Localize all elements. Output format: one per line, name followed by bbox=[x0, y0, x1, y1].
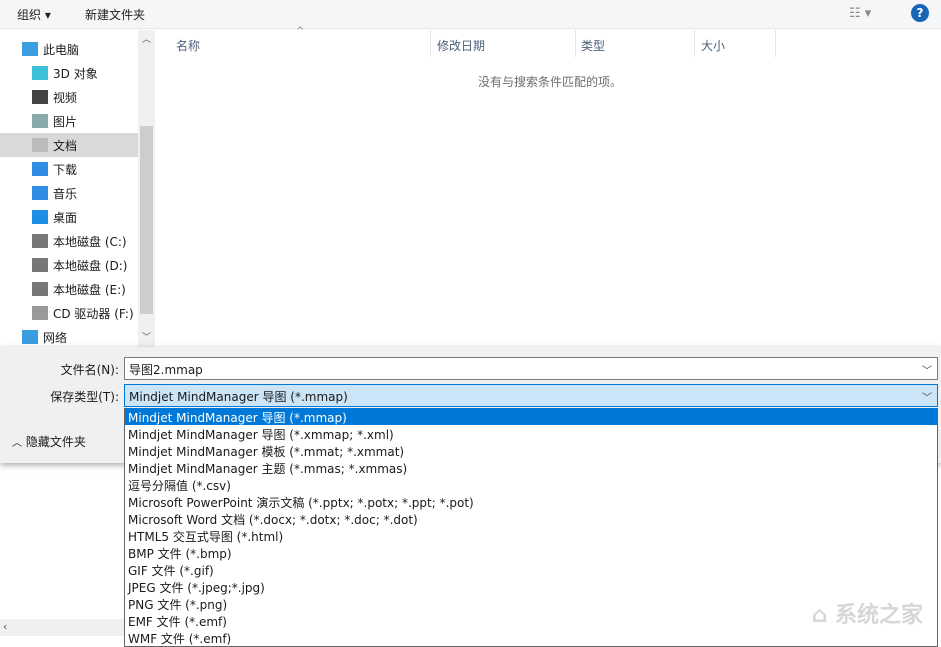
cd-drive-icon bbox=[32, 306, 48, 320]
nav-item[interactable]: 此电脑 bbox=[0, 37, 138, 61]
savetype-option[interactable]: WMF 文件 (*.emf) bbox=[125, 629, 937, 646]
drive-icon bbox=[32, 258, 48, 272]
nav-item[interactable]: 3D 对象 bbox=[0, 61, 138, 85]
nav-item-label: 此电脑 bbox=[43, 41, 79, 58]
savetype-option[interactable]: Microsoft PowerPoint 演示文稿 (*.pptx; *.pot… bbox=[125, 493, 937, 510]
savetype-option[interactable]: Mindjet MindManager 主题 (*.mmas; *.xmmas) bbox=[125, 459, 937, 476]
download-icon bbox=[32, 162, 48, 176]
nav-item[interactable]: 本地磁盘 (E:) bbox=[0, 277, 138, 301]
savetype-option[interactable]: BMP 文件 (*.bmp) bbox=[125, 544, 937, 561]
drive-icon bbox=[32, 234, 48, 248]
nav-item[interactable]: 视频 bbox=[0, 85, 138, 109]
savetype-option[interactable]: 逗号分隔值 (*.csv) bbox=[125, 476, 937, 493]
nav-item[interactable]: CD 驱动器 (F:) bbox=[0, 301, 138, 325]
nav-item-label: 本地磁盘 (E:) bbox=[53, 281, 126, 298]
savetype-option[interactable]: Mindjet MindManager 导图 (*.mmap) bbox=[125, 408, 937, 425]
filename-value: 导图2.mmap bbox=[129, 363, 203, 377]
navigation-pane: 此电脑 3D 对象视频图片文档下载音乐桌面本地磁盘 (C:) 本地磁盘 (D:) 本地… bbox=[0, 30, 156, 347]
column-divider[interactable] bbox=[775, 30, 776, 57]
cube-icon bbox=[32, 66, 48, 80]
savetype-option[interactable]: Microsoft Word 文档 (*.docx; *.dotx; *.doc… bbox=[125, 510, 937, 527]
hide-folders-button[interactable]: ︿ 隐藏文件夹 bbox=[12, 433, 86, 450]
nav-item[interactable]: 网络 bbox=[0, 325, 138, 349]
nav-item-label: 桌面 bbox=[53, 209, 77, 226]
music-icon bbox=[32, 186, 48, 200]
new-folder-button[interactable]: 新建文件夹 bbox=[85, 6, 145, 23]
savetype-label: 保存类型(T): bbox=[50, 388, 119, 405]
nav-scroll-thumb[interactable] bbox=[140, 126, 153, 314]
nav-item-label: 本地磁盘 (C:) bbox=[53, 233, 127, 250]
scroll-left-icon[interactable]: ‹ bbox=[3, 620, 7, 633]
savetype-option[interactable]: GIF 文件 (*.gif) bbox=[125, 561, 937, 578]
nav-item-label: 本地磁盘 (D:) bbox=[53, 257, 127, 274]
filename-input[interactable]: 导图2.mmap ﹀ bbox=[124, 357, 938, 380]
toolbar: 组织 ▾ 新建文件夹 ☷ ▾ ? bbox=[0, 0, 941, 29]
savetype-value: Mindjet MindManager 导图 (*.mmap) bbox=[129, 390, 348, 404]
column-divider[interactable] bbox=[694, 30, 695, 57]
watermark-logo: ⌂ 系统之家 bbox=[812, 597, 923, 629]
savetype-option[interactable]: JPEG 文件 (*.jpeg;*.jpg) bbox=[125, 578, 937, 595]
desktop-icon bbox=[32, 210, 48, 224]
video-icon bbox=[32, 90, 48, 104]
nav-item-label: 视频 bbox=[53, 89, 77, 106]
nav-item[interactable]: 本地磁盘 (D:) bbox=[0, 253, 138, 277]
empty-message: 没有与搜索条件匹配的项。 bbox=[440, 73, 660, 90]
column-date-modified[interactable]: 修改日期 bbox=[437, 30, 485, 57]
network-icon bbox=[22, 330, 38, 344]
nav-item-label: 图片 bbox=[53, 113, 77, 130]
column-divider[interactable] bbox=[575, 30, 576, 57]
scroll-down-icon[interactable]: ﹀ bbox=[142, 330, 151, 343]
column-name[interactable]: 名称 bbox=[176, 30, 200, 57]
filename-label: 文件名(N): bbox=[61, 361, 119, 378]
savetype-option[interactable]: HTML5 交互式导图 (*.html) bbox=[125, 527, 937, 544]
savetype-select[interactable]: Mindjet MindManager 导图 (*.mmap) ﹀ bbox=[124, 384, 938, 407]
chevron-down-icon[interactable]: ﹀ bbox=[922, 389, 932, 404]
column-divider[interactable] bbox=[430, 30, 431, 57]
organize-button[interactable]: 组织 ▾ bbox=[17, 6, 51, 23]
help-icon[interactable]: ? bbox=[911, 4, 929, 22]
picture-icon bbox=[32, 114, 48, 128]
nav-item[interactable]: 文档 bbox=[0, 133, 138, 157]
computer-icon bbox=[22, 42, 38, 56]
nav-item-label: 文档 bbox=[53, 137, 77, 154]
hide-folders-label: 隐藏文件夹 bbox=[26, 435, 86, 449]
nav-item[interactable]: 本地磁盘 (C:) bbox=[0, 229, 138, 253]
horizontal-scrollbar[interactable]: ‹ bbox=[0, 619, 124, 636]
column-type[interactable]: 类型 bbox=[581, 30, 605, 57]
nav-item[interactable]: 图片 bbox=[0, 109, 138, 133]
column-size[interactable]: 大小 bbox=[701, 30, 725, 57]
savetype-option[interactable]: Mindjet MindManager 导图 (*.xmmap; *.xml) bbox=[125, 425, 937, 442]
nav-item-label: 音乐 bbox=[53, 185, 77, 202]
nav-item-label: 3D 对象 bbox=[53, 65, 98, 82]
nav-item-label: CD 驱动器 (F:) bbox=[53, 305, 134, 322]
drive-icon bbox=[32, 282, 48, 296]
chevron-up-icon: ︿ bbox=[12, 438, 22, 449]
nav-item[interactable]: 桌面 bbox=[0, 205, 138, 229]
nav-item-label: 下载 bbox=[53, 161, 77, 178]
chevron-down-icon[interactable]: ﹀ bbox=[922, 362, 932, 377]
details-view-icon[interactable]: ☷ ▾ bbox=[849, 6, 871, 21]
document-icon bbox=[32, 138, 48, 152]
nav-item[interactable]: 下载 bbox=[0, 157, 138, 181]
scroll-up-icon[interactable]: ︿ bbox=[142, 32, 151, 45]
nav-item[interactable]: 音乐 bbox=[0, 181, 138, 205]
nav-item-label: 网络 bbox=[43, 329, 67, 346]
savetype-option[interactable]: Mindjet MindManager 模板 (*.mmat; *.xmmat) bbox=[125, 442, 937, 459]
sort-ascending-icon: ^ bbox=[296, 26, 304, 37]
